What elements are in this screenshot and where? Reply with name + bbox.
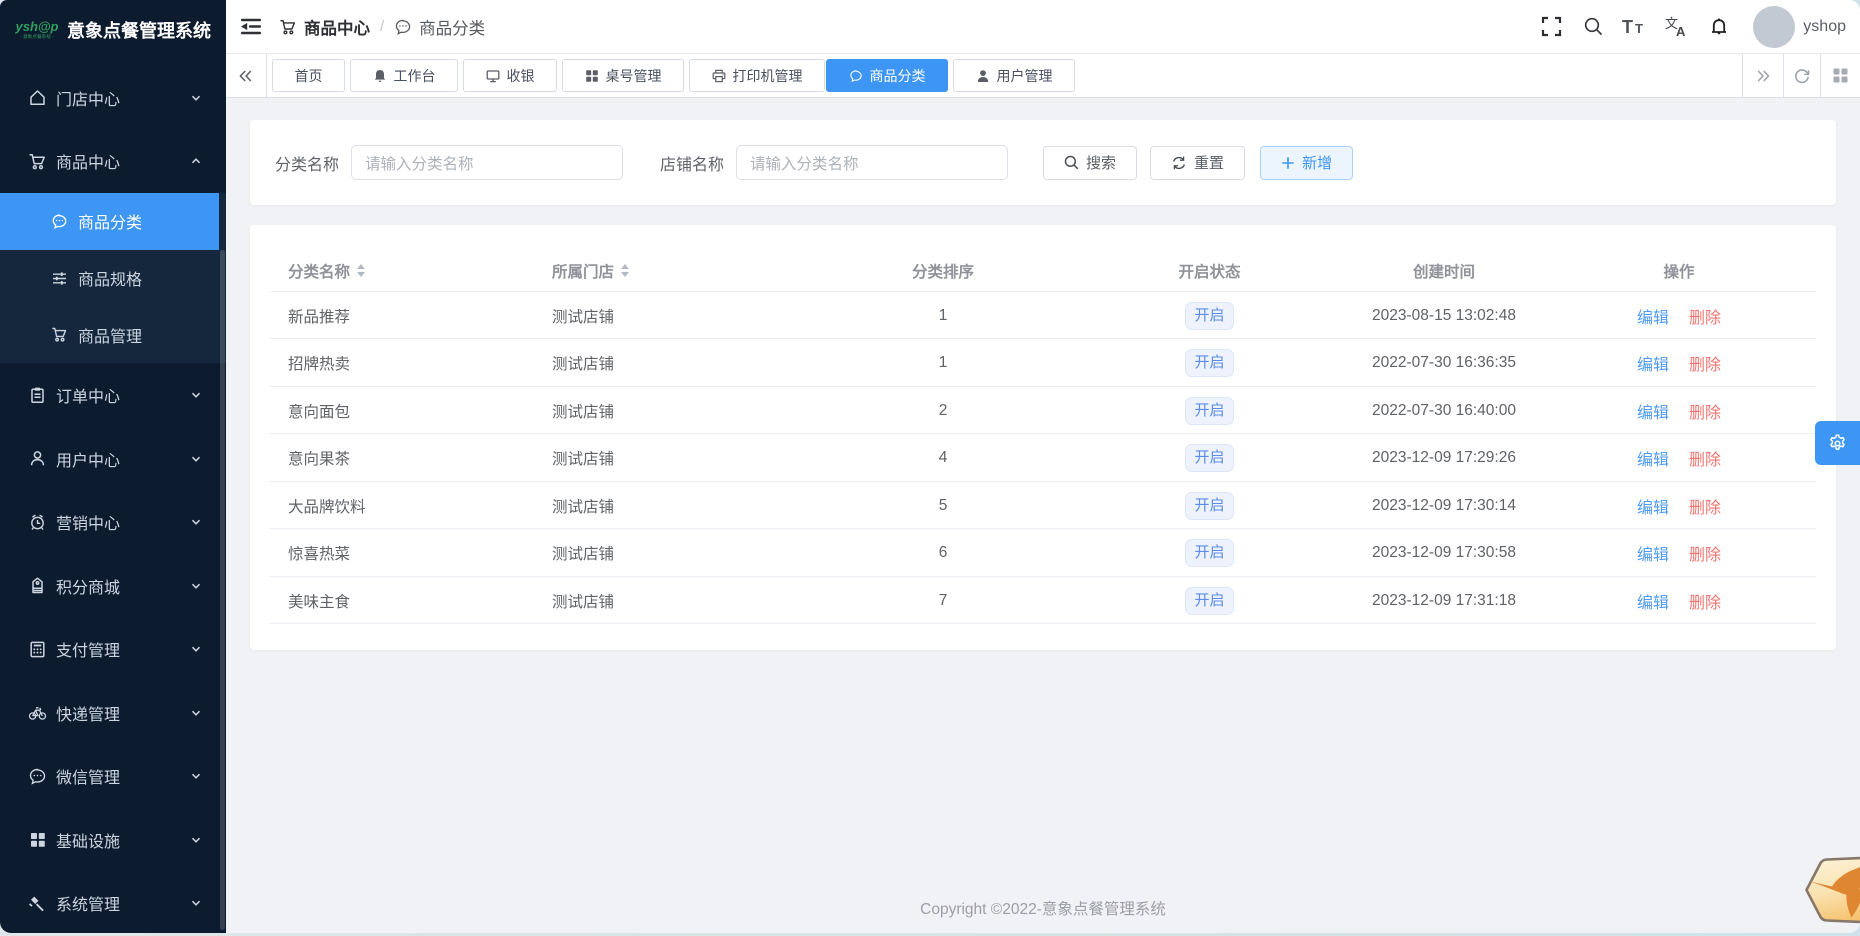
svg-text:A: A [1676,24,1686,38]
svg-text:T: T [1635,21,1643,36]
svg-text:T: T [1622,17,1633,37]
